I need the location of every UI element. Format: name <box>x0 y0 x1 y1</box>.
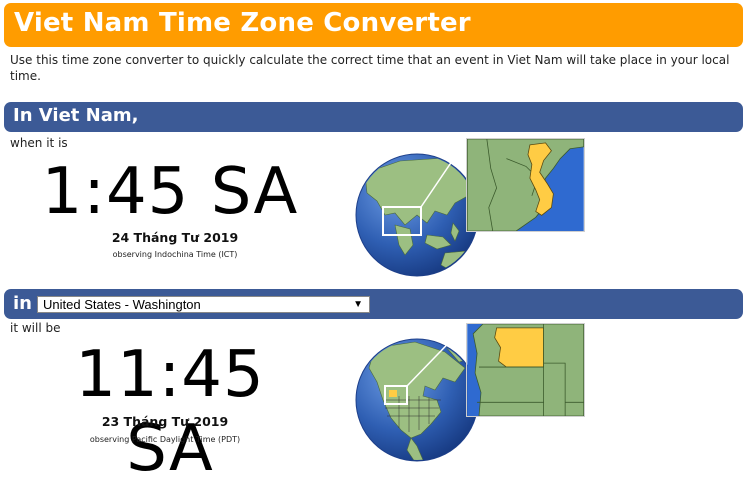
source-caption: when it is <box>10 136 68 150</box>
target-date: 23 Tháng Tư 2019 <box>101 414 229 429</box>
target-heading: in <box>13 293 32 314</box>
source-section-header: In Viet Nam, <box>4 102 743 132</box>
asia-globe-map <box>355 153 479 277</box>
target-time: 11:45 SA <box>75 338 265 480</box>
source-time: 1:45 SA <box>41 155 299 229</box>
title-bar: Viet Nam Time Zone Converter <box>4 3 743 47</box>
target-timezone-observing: observing Pacific Daylight Time (PDT) <box>89 435 241 444</box>
intro-text: Use this time zone converter to quickly … <box>10 53 730 83</box>
washington-inset-map <box>466 323 585 417</box>
target-caption: it will be <box>10 321 61 335</box>
location-select[interactable]: United States - Washington ▼ <box>37 296 370 313</box>
source-date: 24 Tháng Tư 2019 <box>111 230 239 245</box>
page-title: Viet Nam Time Zone Converter <box>14 8 471 38</box>
north-america-globe-map <box>355 338 479 462</box>
chevron-down-icon[interactable]: ▼ <box>353 297 363 312</box>
source-timezone-observing: observing Indochina Time (ICT) <box>112 250 238 259</box>
vietnam-inset-map <box>466 138 585 232</box>
source-heading: In Viet Nam, <box>13 105 139 126</box>
location-select-value: United States - Washington <box>43 297 201 312</box>
target-section-header: in United States - Washington ▼ <box>4 289 743 319</box>
